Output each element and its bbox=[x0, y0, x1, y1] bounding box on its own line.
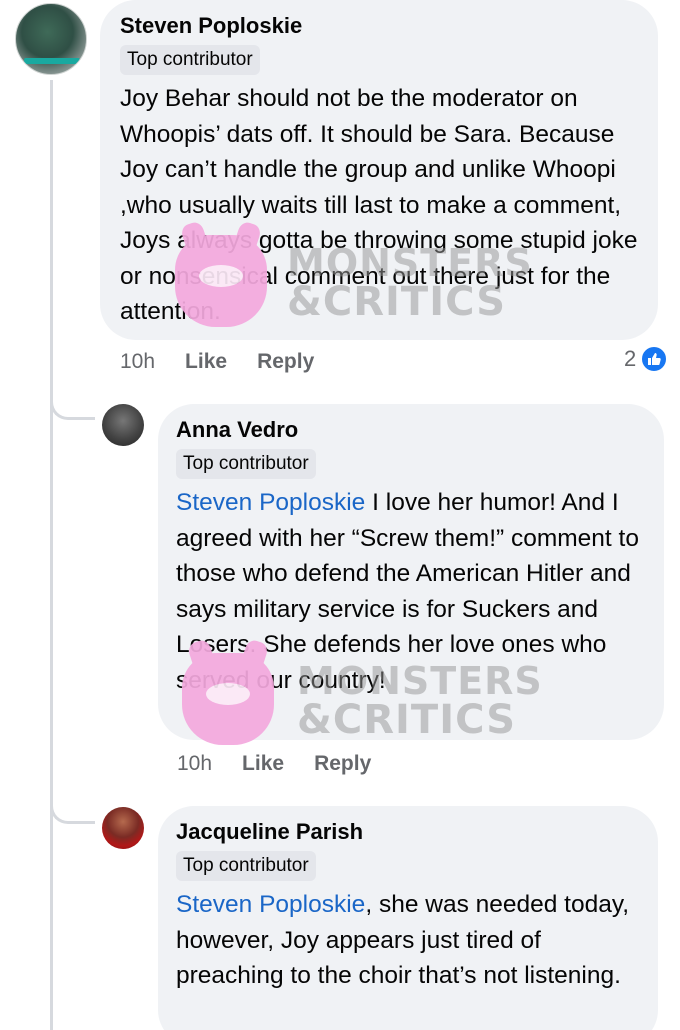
comment-author[interactable]: Steven Poploskie bbox=[120, 12, 638, 40]
top-contributor-badge: Top contributor bbox=[120, 45, 260, 75]
avatar-anna-vedro[interactable] bbox=[102, 404, 144, 446]
thread-line bbox=[50, 80, 53, 1030]
top-contributor-badge: Top contributor bbox=[176, 449, 316, 479]
reply-button[interactable]: Reply bbox=[257, 350, 314, 374]
comment-actions-main: 10h Like Reply bbox=[120, 350, 344, 374]
comment-author[interactable]: Anna Vedro bbox=[176, 416, 646, 444]
like-thumb-icon bbox=[640, 345, 669, 373]
watermark-text-line2: &CRITICS bbox=[297, 697, 516, 743]
avatar-jacqueline-parish[interactable] bbox=[102, 807, 144, 849]
thread-branch-jacqueline bbox=[50, 802, 95, 824]
comment-timestamp[interactable]: 10h bbox=[177, 752, 212, 776]
top-contributor-badge: Top contributor bbox=[176, 851, 316, 881]
watermark-text-line2: &CRITICS bbox=[287, 279, 506, 325]
reaction-summary[interactable]: 2 bbox=[624, 345, 669, 373]
avatar-steven-poploskie[interactable] bbox=[15, 3, 87, 75]
comment-bubble-jacqueline: Jacqueline Parish Top contributor Steven… bbox=[158, 806, 658, 1030]
avatar-decoration bbox=[24, 58, 80, 64]
mention-link[interactable]: Steven Poploskie bbox=[176, 489, 365, 516]
comment-thread: Steven Poploskie Top contributor Joy Beh… bbox=[0, 0, 680, 1030]
thread-branch-anna bbox=[50, 398, 95, 420]
watermark-mascot-icon bbox=[175, 235, 267, 327]
watermark-mascot-icon bbox=[182, 653, 274, 745]
like-button[interactable]: Like bbox=[242, 752, 284, 776]
comment-author[interactable]: Jacqueline Parish bbox=[176, 818, 640, 846]
comment-timestamp[interactable]: 10h bbox=[120, 350, 155, 374]
comment-text: Steven Poploskie, she was needed today, … bbox=[176, 887, 640, 994]
reply-button[interactable]: Reply bbox=[314, 752, 371, 776]
mention-link[interactable]: Steven Poploskie bbox=[176, 891, 365, 918]
like-button[interactable]: Like bbox=[185, 350, 227, 374]
reaction-count: 2 bbox=[624, 346, 637, 371]
comment-actions-anna: 10h Like Reply bbox=[177, 752, 401, 776]
